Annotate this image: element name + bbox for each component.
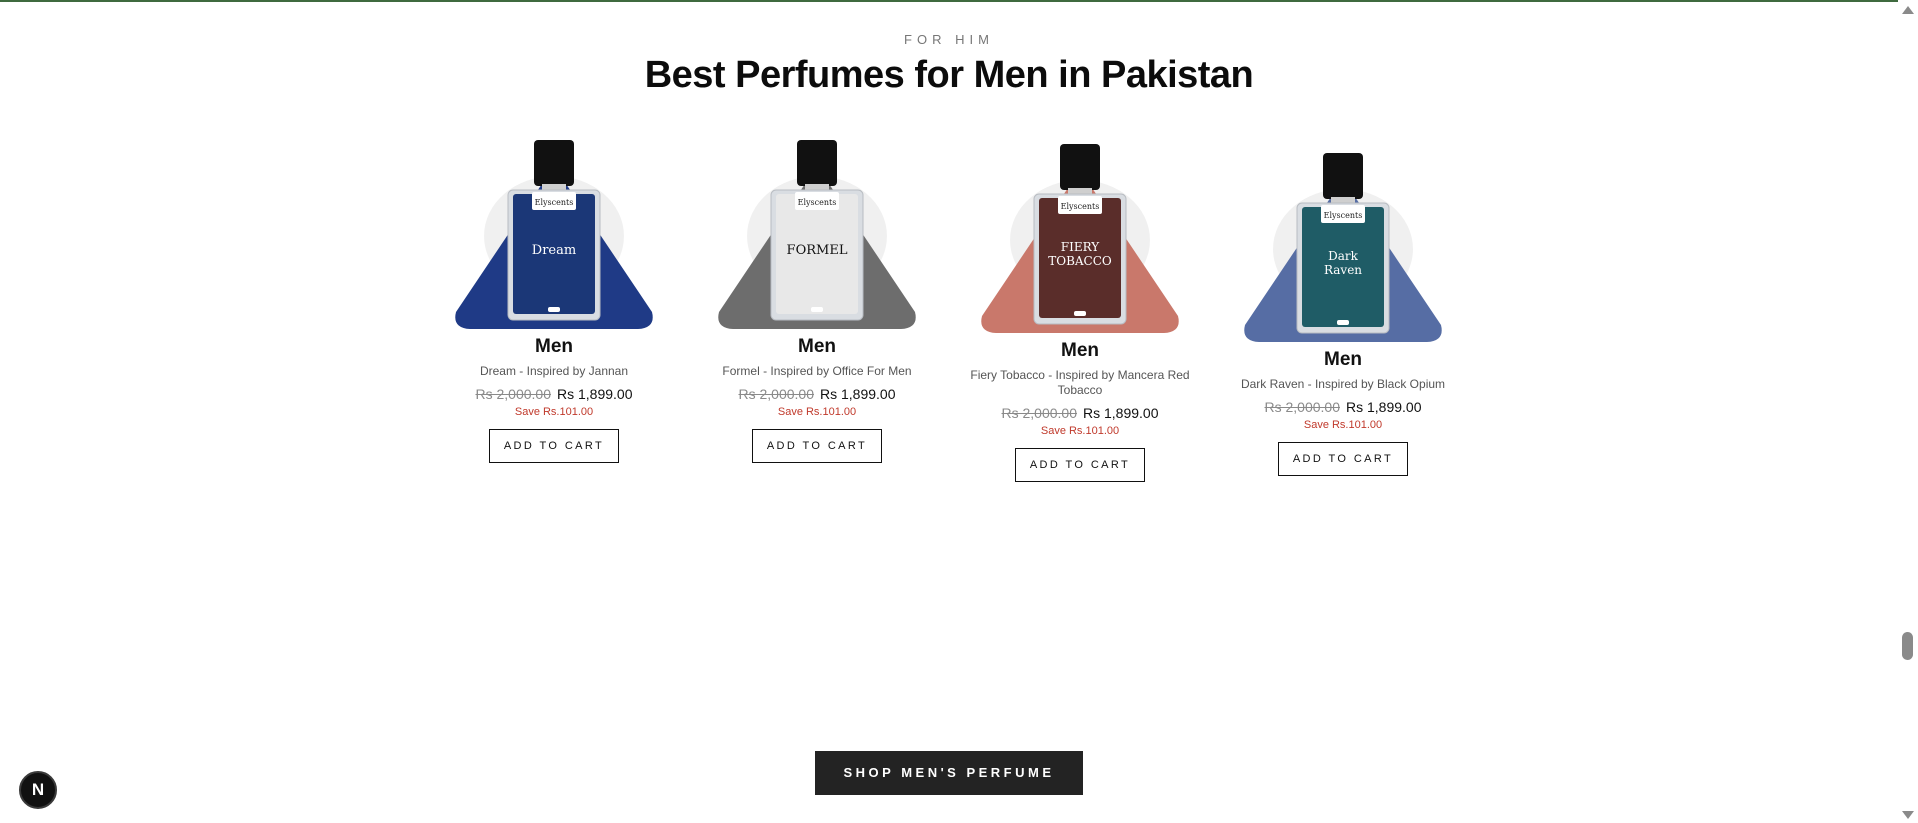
add-to-cart-button[interactable]: ADD TO CART [1015,448,1145,482]
product-card[interactable]: Elyscents FORMEL Men Formel - Inspired by O… [697,126,937,463]
scroll-down-arrow-icon[interactable] [1902,811,1914,819]
add-to-cart-button[interactable]: ADD TO CART [1278,442,1408,476]
bottle-title-text: FORMEL [787,243,848,258]
product-name[interactable]: Dream - Inspired by Jannan [434,364,674,379]
bottle-brand-text: Elyscents [798,198,837,207]
product-card[interactable]: Elyscents Dream Men Dream - Inspired by Jan… [434,126,674,463]
shop-mens-perfume-button[interactable]: SHOP MEN'S PERFUME [815,751,1083,795]
bottle-title-text: Dark [1328,249,1359,263]
sale-price: Rs 1,899.00 [557,386,633,402]
page-scrollbar[interactable] [1898,0,1918,823]
section-eyebrow: FOR HIM [904,32,994,47]
bottle-cap [534,140,574,186]
product-category: Men [1324,349,1362,370]
product-prices: Rs 2,000.00 Rs 1,899.00 [697,386,937,402]
add-to-cart-button[interactable]: ADD TO CART [489,429,619,463]
product-category: Men [535,336,573,357]
sale-price: Rs 1,899.00 [1346,399,1422,415]
savings-badge: Save Rs.101.00 [1040,425,1120,437]
product-image[interactable]: Elyscents Dark Raven [1223,139,1463,349]
bottle-title-text: Raven [1324,263,1362,277]
product-image[interactable]: Elyscents FORMEL [697,126,937,336]
compare-at-price: Rs 2,000.00 [475,386,552,402]
compare-at-price: Rs 2,000.00 [1264,399,1341,415]
bottle-brand-text: Elyscents [1324,211,1363,220]
section-heading: Best Perfumes for Men in Pakistan [644,54,1254,96]
nextjs-dev-badge-icon[interactable]: N [19,771,57,809]
product-image[interactable]: Elyscents Dream [434,126,674,336]
compare-at-price: Rs 2,000.00 [1001,405,1078,421]
product-name[interactable]: Formel - Inspired by Office For Men [697,364,937,379]
bottle-brand-text: Elyscents [1061,202,1100,211]
bottle-cap [1060,144,1100,190]
product-prices: Rs 2,000.00 Rs 1,899.00 [960,405,1200,421]
bottle-cap [1323,153,1363,199]
scroll-up-arrow-icon[interactable] [1902,6,1914,14]
product-image[interactable]: Elyscents FIERY TOBACCO [960,130,1200,340]
product-category: Men [1061,340,1099,361]
add-to-cart-button[interactable]: ADD TO CART [752,429,882,463]
product-category: Men [798,336,836,357]
product-name[interactable]: Dark Raven - Inspired by Black Opium [1223,377,1463,392]
bottle-brand-text: Elyscents [535,198,574,207]
savings-badge: Save Rs.101.00 [514,406,594,418]
scrollbar-thumb[interactable] [1902,632,1913,660]
bottle-title-text: TOBACCO [1048,254,1112,268]
product-prices: Rs 2,000.00 Rs 1,899.00 [1223,399,1463,415]
bottle-title-text: FIERY [1061,240,1100,254]
product-card[interactable]: Elyscents FIERY TOBACCO Men Fiery Tobacco - … [960,130,1200,482]
sale-price: Rs 1,899.00 [820,386,896,402]
savings-badge: Save Rs.101.00 [777,406,857,418]
for-him-section: FOR HIM Best Perfumes for Men in Pakista… [0,0,1898,823]
product-card[interactable]: Elyscents Dark Raven Men Dark Raven - Inspir… [1223,139,1463,476]
compare-at-price: Rs 2,000.00 [738,386,815,402]
product-prices: Rs 2,000.00 Rs 1,899.00 [434,386,674,402]
sale-price: Rs 1,899.00 [1083,405,1159,421]
bottle-title-text: Dream [532,243,576,258]
bottle-cap [797,140,837,186]
savings-badge: Save Rs.101.00 [1303,419,1383,431]
product-name[interactable]: Fiery Tobacco - Inspired by Mancera Red … [960,368,1200,398]
